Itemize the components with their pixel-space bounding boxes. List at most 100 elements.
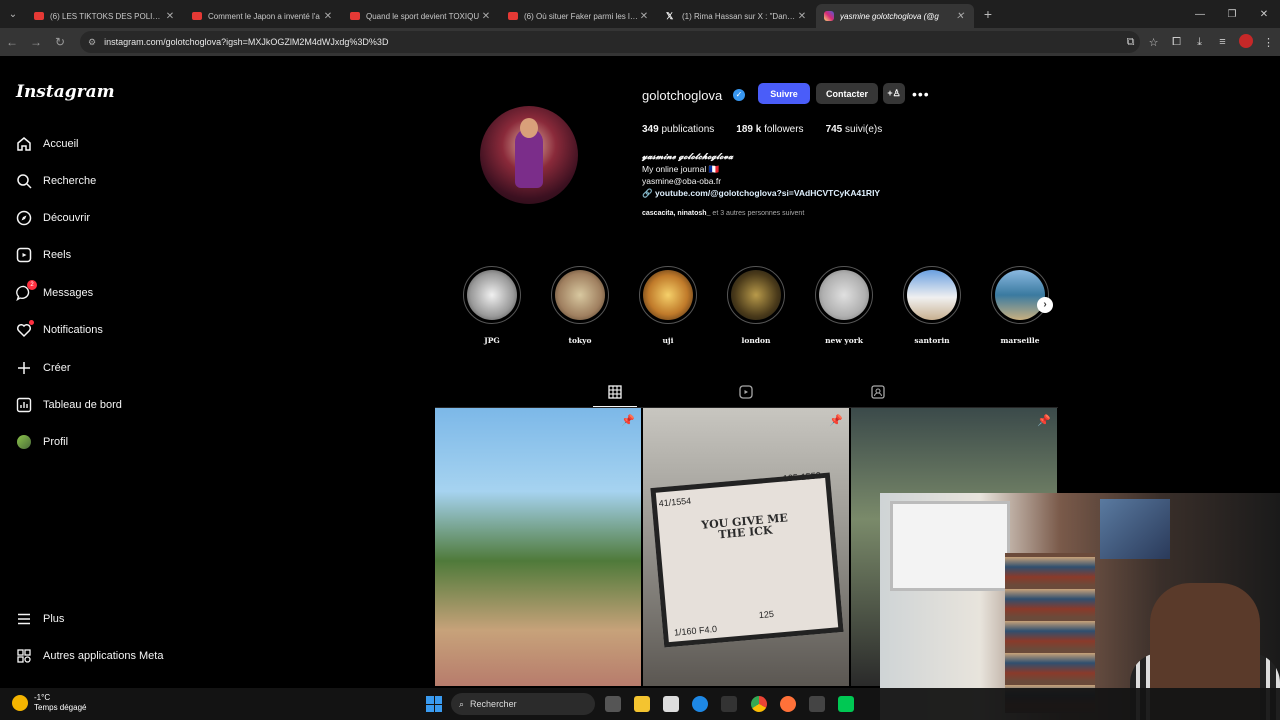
reels-icon (16, 247, 32, 263)
contact-button[interactable]: Contacter (816, 83, 878, 104)
camera-screen: 41/1554 105-1552 1/160 F4.0 125 (650, 470, 844, 648)
tagged-icon (871, 385, 885, 399)
weather-icon (12, 695, 28, 711)
browser-tab[interactable]: (6) LES TIKTOKS DES POLITIQUES✕ (26, 4, 184, 28)
pinned-icon: 📌 (621, 415, 635, 427)
browser-toolbar: ← → ↻ ⚙ instagram.com/golotchoglova?igsh… (0, 28, 1280, 56)
profile-avatar[interactable] (1234, 33, 1257, 51)
extensions-icon[interactable]: ⧠ (1165, 36, 1188, 49)
restore-icon[interactable]: ❐ (1216, 9, 1248, 20)
bookmark-star-icon[interactable]: ☆ (1142, 36, 1165, 49)
install-app-icon[interactable]: ⧉ (1119, 36, 1142, 49)
highlight-new-york[interactable]: 𝐧𝐞𝐰 𝐲𝐨𝐫𝐤 (814, 266, 874, 345)
file-explorer-icon[interactable] (634, 696, 650, 712)
app-icon[interactable] (809, 696, 825, 712)
close-tab-icon[interactable]: ✕ (480, 11, 492, 22)
back-icon[interactable]: ← (0, 35, 24, 49)
sidebar-item-notifications[interactable]: Notifications (16, 318, 103, 342)
browser-tab[interactable]: 𝕏 (1) Rima Hassan sur X : "Dans u ✕ (658, 4, 816, 28)
sidebar-item-recherche[interactable]: Recherche (16, 169, 96, 193)
close-tab-icon[interactable]: ✕ (954, 11, 966, 22)
browser-tab-bar: ⌄ (6) LES TIKTOKS DES POLITIQUES✕Comment… (0, 0, 1280, 28)
sidebar-item-creer[interactable]: Créer (16, 356, 71, 380)
task-view-icon[interactable] (605, 696, 621, 712)
close-window-icon[interactable]: ✕ (1248, 9, 1280, 20)
plus-icon (16, 360, 32, 376)
highlight-tokyo[interactable]: 𝐭𝐨𝐤𝐲𝐨 (550, 266, 610, 345)
instagram-logo[interactable]: Instagram (16, 82, 115, 102)
tab-tagged[interactable] (870, 384, 886, 400)
windows-start-icon[interactable] (426, 696, 442, 712)
suggested-users-icon[interactable]: +♙ (883, 83, 905, 104)
reload-icon[interactable]: ↻ (48, 35, 72, 49)
close-tab-icon[interactable]: ✕ (322, 11, 334, 22)
following-stat[interactable]: 745 suivi(e)s (826, 124, 883, 135)
new-tab-button[interactable]: + (974, 6, 1002, 22)
post-thumbnail[interactable]: 📌 41/1554 105-1552 1/160 F4.0 125 YOU GI… (643, 408, 849, 686)
more-options-icon[interactable]: ••• (912, 86, 930, 102)
sidebar-item-label: Tableau de bord (43, 399, 122, 411)
sidebar-item-accueil[interactable]: Accueil (16, 132, 78, 156)
heart-icon (16, 320, 34, 338)
sidebar-item-reels[interactable]: Reels (16, 243, 71, 267)
sidebar-item-plus[interactable]: Plus (16, 607, 64, 631)
sidebar-item-tableau-de-bord[interactable]: Tableau de bord (16, 393, 122, 417)
dashboard-icon (16, 397, 32, 413)
grid-icon (608, 385, 622, 399)
chrome-icon[interactable] (751, 696, 767, 712)
highlight-london[interactable]: 𝐥𝐨𝐧𝐝𝐨𝐧 (726, 266, 786, 345)
highlight-santorin[interactable]: 𝐬𝐚𝐧𝐭𝐨𝐫𝐢𝐧 (902, 266, 962, 345)
tab-search-chevron-icon[interactable]: ⌄ (0, 0, 26, 28)
store-icon[interactable] (721, 696, 737, 712)
close-tab-icon[interactable]: ✕ (796, 11, 808, 22)
sidebar-item-meta-apps[interactable]: Autres applications Meta (16, 644, 163, 668)
browser-tab[interactable]: yasmine golotchoglova (@g ✕ (816, 4, 974, 28)
bio-link[interactable]: youtube.com/@golotchoglova?si=VAdHCVTCyK… (655, 188, 880, 198)
profile-picture[interactable] (480, 106, 578, 204)
notepad-icon[interactable] (663, 696, 679, 712)
media-control-icon[interactable]: ≡ (1211, 36, 1234, 48)
tab-posts[interactable] (607, 384, 623, 400)
close-tab-icon[interactable]: ✕ (638, 11, 650, 22)
taskbar-search[interactable]: ⌕ Rechercher (451, 693, 595, 715)
firefox-icon[interactable] (780, 696, 796, 712)
sidebar-item-label: Découvrir (43, 212, 91, 224)
sidebar-item-label: Plus (43, 613, 65, 625)
followed-by[interactable]: cascacita, ninatosh_ et 3 autres personn… (642, 210, 804, 217)
weather-widget[interactable]: -1°C Temps dégagé (12, 693, 86, 713)
weather-temp: -1°C (34, 693, 51, 702)
tab-reels[interactable] (738, 384, 754, 400)
site-info-icon[interactable]: ⚙ (88, 37, 96, 48)
browser-tab[interactable]: Quand le sport devient TOXIQU ✕ (342, 4, 500, 28)
downloads-icon[interactable]: ⤓ (1188, 36, 1211, 49)
sidebar-item-decouvrir[interactable]: Découvrir (16, 206, 90, 230)
sidebar-item-label: Autres applications Meta (43, 650, 164, 662)
followers-stat[interactable]: 189 k followers (736, 124, 803, 135)
tab-title: Quand le sport devient TOXIQU (366, 11, 480, 21)
posts-stat: 349 publications (642, 124, 715, 135)
browser-tab[interactable]: Comment le Japon a inventé l'a ✕ (184, 4, 342, 28)
sidebar-item-profil[interactable]: Profil (16, 430, 68, 454)
sidebar-item-messages[interactable]: 2 Messages (16, 280, 93, 305)
home-icon (16, 136, 32, 152)
browser-menu-icon[interactable]: ⋮ (1257, 36, 1280, 49)
forward-icon[interactable]: → (24, 35, 48, 49)
profile-username: golotchoglova (642, 88, 723, 103)
sidebar-item-label: Reels (43, 249, 72, 261)
pinned-icon: 📌 (829, 415, 843, 427)
post-thumbnail[interactable]: 📌 (435, 408, 641, 686)
minimize-icon[interactable]: — (1184, 9, 1216, 20)
search-icon (16, 173, 32, 189)
close-tab-icon[interactable]: ✕ (164, 11, 176, 22)
chevron-right-icon[interactable]: › (1037, 297, 1053, 313)
menu-icon (16, 611, 32, 627)
highlight-jpg[interactable]: 𝐉𝐏𝐆 (462, 266, 522, 345)
browser-tab[interactable]: (6) Où situer Faker parmi les lég ✕ (500, 4, 658, 28)
obs-icon[interactable] (838, 696, 854, 712)
windows-taskbar: -1°C Temps dégagé ⌕ Rechercher (0, 688, 1280, 720)
address-bar[interactable]: ⚙ instagram.com/golotchoglova?igsh=MXJkO… (80, 31, 1140, 53)
edge-icon[interactable] (692, 696, 708, 712)
highlight-uji[interactable]: 𝐮𝐣𝐢 (638, 266, 698, 345)
sidebar-item-label: Notifications (43, 324, 103, 336)
follow-button[interactable]: Suivre (758, 83, 810, 104)
